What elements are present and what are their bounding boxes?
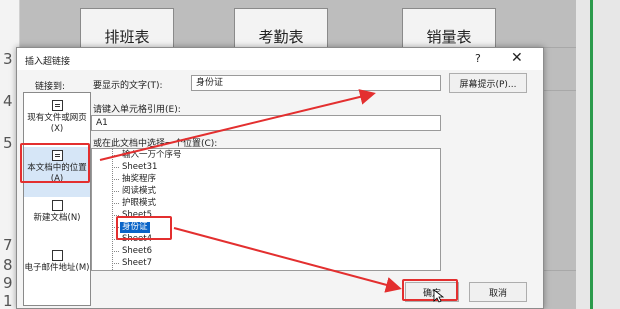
nav-new-document[interactable]: 新建文档(N) bbox=[24, 197, 90, 247]
tree-connector bbox=[112, 155, 119, 156]
highlight-selected-sheet bbox=[116, 216, 172, 240]
close-button[interactable]: ✕ bbox=[511, 50, 523, 66]
screentip-button[interactable]: 屏幕提示(P)... bbox=[449, 73, 527, 93]
tree-connector bbox=[112, 191, 119, 192]
nav-label: 新建文档(N) bbox=[33, 213, 81, 223]
tree-item[interactable]: 输入一万个序号 bbox=[120, 150, 184, 161]
dialog-title-bar: 插入超链接 ? ✕ bbox=[17, 48, 543, 70]
document-place-tree[interactable]: 输入一万个序号 Sheet31 抽奖程序 阅读模式 护眼模式 Sheet5 身份… bbox=[91, 148, 441, 271]
row-number: 5 bbox=[3, 134, 13, 152]
tree-item[interactable]: 阅读模式 bbox=[120, 186, 158, 197]
highlight-ok-button bbox=[402, 279, 458, 301]
nav-label: 电子邮件地址(M) bbox=[24, 263, 90, 273]
document-icon bbox=[51, 100, 63, 111]
help-button[interactable]: ? bbox=[475, 52, 481, 65]
row-number: 3 bbox=[3, 50, 13, 68]
tree-connector bbox=[112, 251, 119, 252]
email-icon bbox=[51, 250, 63, 261]
dialog-title: 插入超链接 bbox=[25, 57, 71, 67]
highlight-place-in-document bbox=[20, 143, 90, 183]
cell-reference-field[interactable]: A1 bbox=[91, 115, 441, 131]
right-panel bbox=[576, 0, 620, 309]
excel-green-border bbox=[590, 0, 593, 309]
tree-connector bbox=[112, 179, 119, 180]
tree-item[interactable]: 抽奖程序 bbox=[120, 174, 158, 185]
link-to-label: 链接到: bbox=[35, 82, 66, 92]
insert-hyperlink-dialog: 插入超链接 ? ✕ 链接到: 现有文件或网页(X) 本文档中的位置(A) 新建文… bbox=[16, 47, 544, 309]
tree-item[interactable]: Sheet31 bbox=[120, 162, 159, 173]
tree-connector bbox=[112, 203, 119, 204]
row-number: 9 bbox=[3, 274, 13, 292]
tree-connector bbox=[112, 263, 119, 264]
row-number: 1 bbox=[3, 292, 13, 309]
tree-item[interactable]: Sheet6 bbox=[120, 246, 154, 257]
cancel-button[interactable]: 取消 bbox=[469, 282, 527, 302]
nav-email-address[interactable]: 电子邮件地址(M) bbox=[24, 247, 90, 297]
tree-connector bbox=[112, 167, 119, 168]
nav-existing-file[interactable]: 现有文件或网页(X) bbox=[24, 97, 90, 147]
row-number: 8 bbox=[3, 256, 13, 274]
display-text-label: 要显示的文字(T): bbox=[93, 81, 163, 91]
tree-item[interactable]: 护眼模式 bbox=[120, 198, 158, 209]
link-to-panel: 现有文件或网页(X) 本文档中的位置(A) 新建文档(N) 电子邮件地址(M) bbox=[23, 92, 91, 306]
display-text-field[interactable]: 身份证 bbox=[191, 75, 441, 91]
new-document-icon bbox=[51, 200, 63, 211]
row-number: 4 bbox=[3, 92, 13, 110]
tree-item[interactable]: Sheet7 bbox=[120, 258, 154, 269]
nav-label: 现有文件或网页(X) bbox=[27, 113, 87, 134]
row-number: 7 bbox=[3, 236, 13, 254]
cell-reference-label: 请键入单元格引用(E): bbox=[93, 105, 181, 115]
